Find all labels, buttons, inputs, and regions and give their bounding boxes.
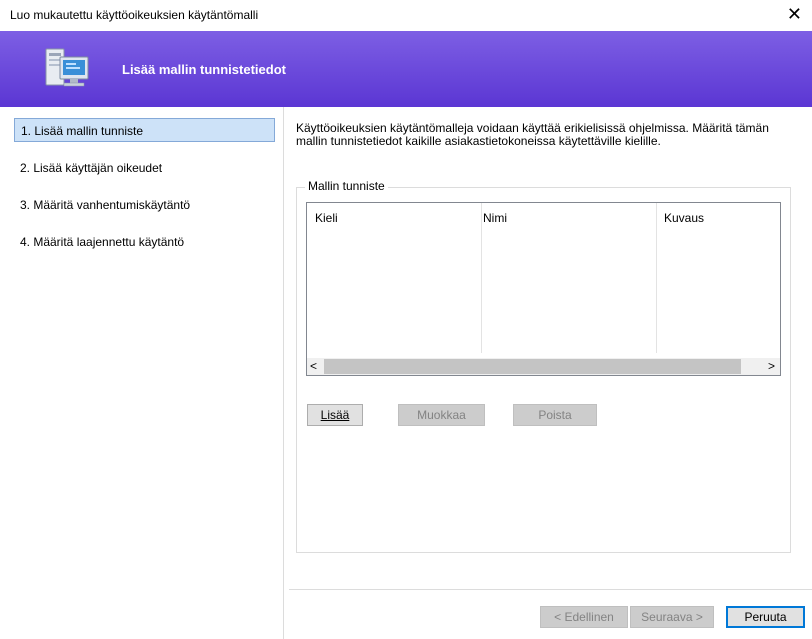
computer-setup-icon [45,48,89,87]
back-button[interactable]: < Edellinen [540,606,628,628]
window-title: Luo mukautettu käyttöoikeuksien käytäntö… [10,8,259,22]
column-header-description[interactable]: Kuvaus [664,211,704,225]
group-label: Mallin tunniste [305,179,388,193]
column-divider [481,203,482,353]
scroll-thumb[interactable] [324,359,741,374]
identifier-list[interactable]: Kieli Nimi Kuvaus < > [306,202,781,376]
cancel-button[interactable]: Peruuta [726,606,805,628]
wizard-banner: Lisää mallin tunnistetiedot [0,31,812,107]
add-button-label: Lisää [320,408,350,422]
step-add-user-rights[interactable]: 2. Lisää käyttäjän oikeudet [14,156,275,180]
scroll-left-icon[interactable]: < [310,359,317,373]
intro-text: Käyttöoikeuksien käytäntömalleja voidaan… [296,121,769,148]
column-divider [656,203,657,353]
banner-heading: Lisää mallin tunnistetiedot [122,62,286,77]
footer-separator [289,589,812,590]
step-expiration-policy[interactable]: 3. Määritä vanhentumiskäytäntö [14,193,275,217]
step-add-template-identifier[interactable]: 1. Lisää mallin tunniste [14,118,275,142]
scroll-right-icon[interactable]: > [768,359,775,373]
step-extended-policy[interactable]: 4. Määritä laajennettu käytäntö [14,230,275,254]
delete-button[interactable]: Poista [513,404,597,426]
horizontal-scrollbar[interactable]: < > [307,358,780,375]
add-button[interactable]: Lisää [307,404,363,426]
edit-button[interactable]: Muokkaa [398,404,485,426]
title-bar: Luo mukautettu käyttöoikeuksien käytäntö… [0,0,812,31]
template-identifier-group: Mallin tunniste Kieli Nimi Kuvaus < > Li… [296,179,791,553]
wizard-steps: 1. Lisää mallin tunniste 2. Lisää käyttä… [0,107,284,639]
main-content: Käyttöoikeuksien käytäntömalleja voidaan… [284,107,812,639]
column-header-language[interactable]: Kieli [315,211,338,225]
column-header-name[interactable]: Nimi [483,211,507,225]
next-button[interactable]: Seuraava > [630,606,714,628]
close-icon[interactable]: ✕ [787,4,802,24]
